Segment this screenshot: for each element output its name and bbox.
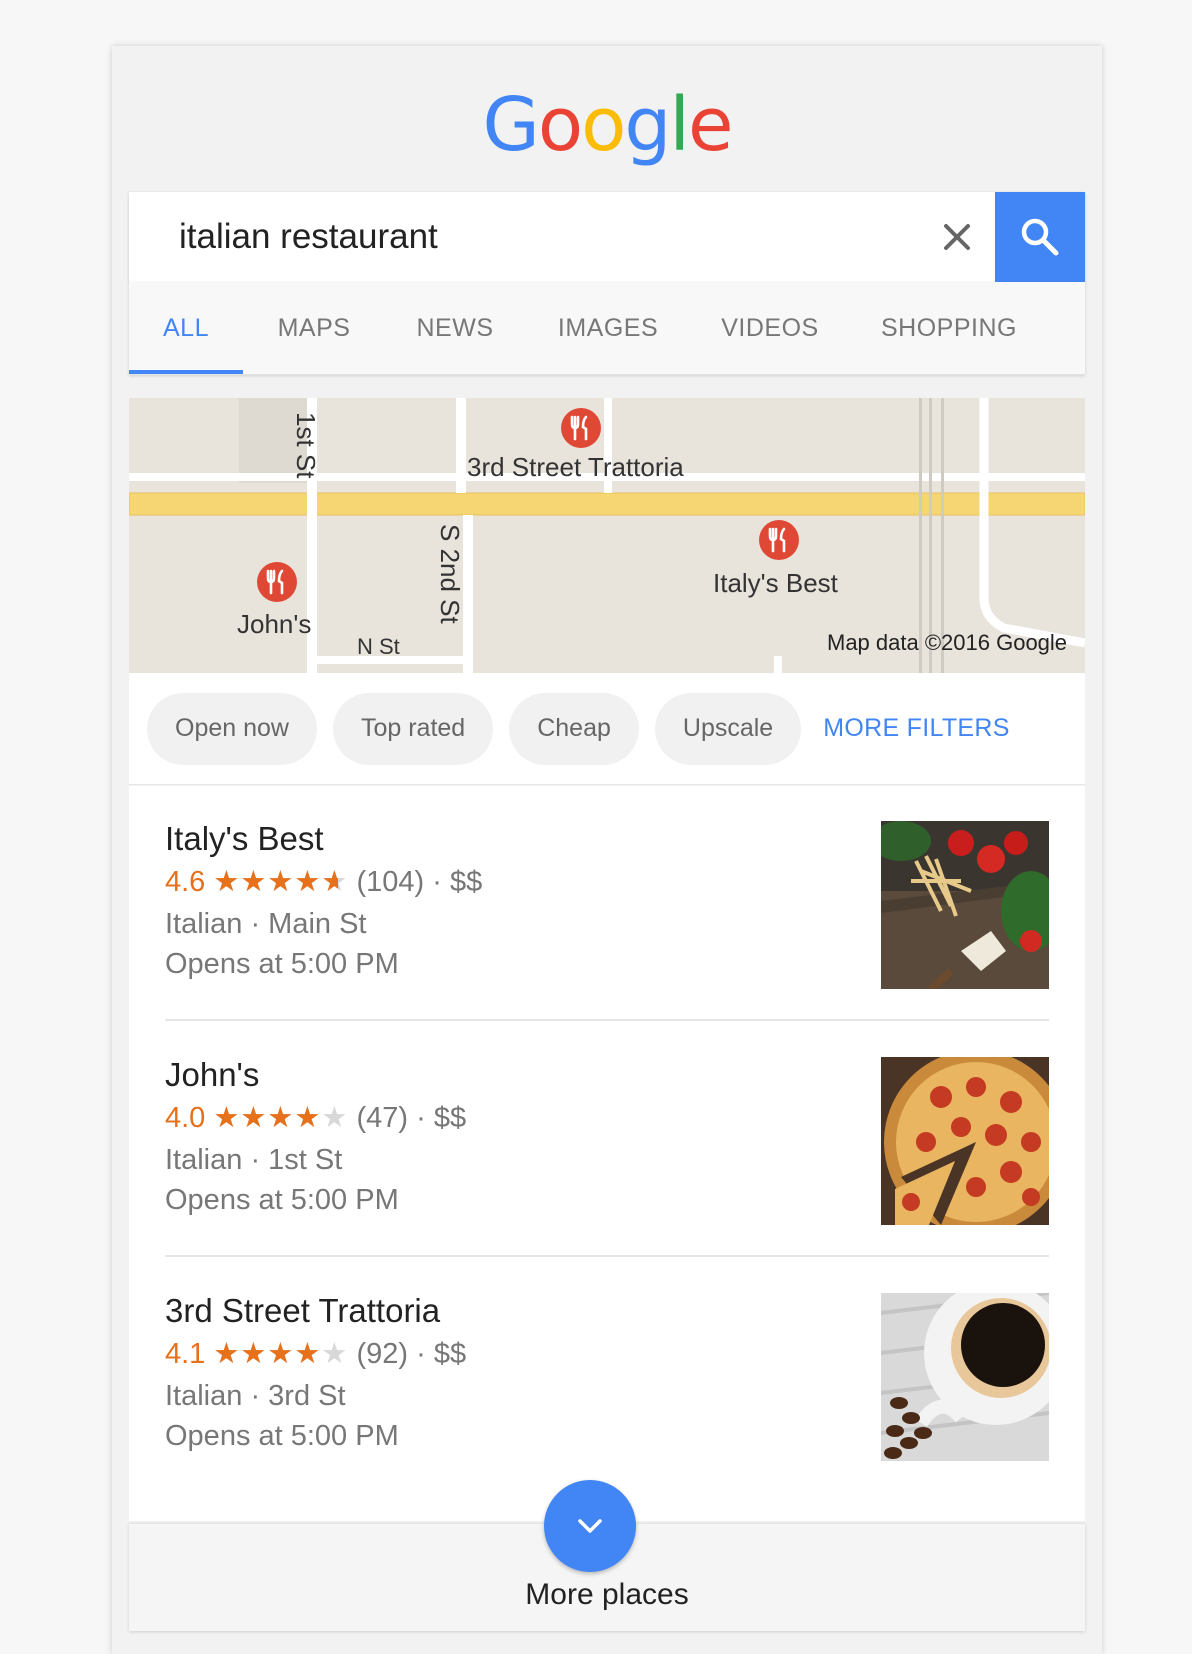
result-meta: Italian · 1st St <box>165 1144 343 1176</box>
close-icon <box>944 224 970 250</box>
more-places-button[interactable] <box>544 1480 636 1572</box>
street-label-1st: 1st St <box>291 412 321 479</box>
search-button[interactable] <box>995 192 1085 282</box>
star-rating-icon: ★★★★★★★★★★ <box>213 1338 349 1370</box>
street-label-n: N St <box>357 634 400 659</box>
list-item[interactable]: John's 4.0 ★★★★★★★★★★ (47) · $$ Italian … <box>129 1022 1085 1259</box>
tab-videos[interactable]: VIDEOS <box>691 282 849 374</box>
result-street: 1st St <box>268 1144 343 1176</box>
rating-score: 4.6 <box>165 866 206 898</box>
pizza-photo[interactable] <box>881 1057 1049 1225</box>
search-results-page: Google ALL MAPS NEWS IMAGES VIDEOS SHOPP… <box>112 46 1102 1654</box>
price-level: $$ <box>433 1338 467 1370</box>
tab-images[interactable]: IMAGES <box>525 282 691 374</box>
logo-letter: G <box>482 82 540 168</box>
result-rating: 4.0 ★★★★★★★★★★ (47) · $$ <box>165 1102 467 1134</box>
price-level: $$ <box>449 866 483 898</box>
search-bar <box>129 192 1085 282</box>
search-input[interactable] <box>159 192 959 282</box>
result-divider <box>165 1255 1049 1257</box>
restaurant-pin-icon[interactable] <box>757 518 801 562</box>
street-label-2nd: S 2nd St <box>435 524 465 624</box>
more-places-label[interactable]: More places <box>129 1578 1085 1612</box>
restaurant-pin-icon[interactable] <box>255 560 299 604</box>
result-name: Italy's Best <box>165 820 324 857</box>
results-map[interactable]: 1st St S 2nd St N St 3rd Street Trattori… <box>129 398 1085 673</box>
result-category: Italian <box>165 908 243 940</box>
chevron-down-icon <box>578 1519 602 1533</box>
tab-news[interactable]: NEWS <box>385 282 525 374</box>
map-credit: Map data ©2016 Google <box>827 630 1068 655</box>
filter-chip-upscale[interactable]: Upscale <box>654 692 802 765</box>
price-level: $$ <box>433 1102 467 1134</box>
list-item[interactable]: Italy's Best 4.6 ★★★★★ ★★★★★ (104) · $$ I… <box>129 786 1085 1023</box>
logo-letter: g <box>624 82 671 168</box>
rating-score: 4.0 <box>165 1102 206 1134</box>
map-place-italys-best: Italy's Best <box>713 568 838 598</box>
logo-letter: o <box>537 82 583 168</box>
result-meta: Italian · Main St <box>165 908 367 940</box>
result-category: Italian <box>165 1144 243 1176</box>
logo-letter: o <box>581 82 626 168</box>
restaurant-pin-icon[interactable] <box>559 406 603 450</box>
map-place-trattoria: 3rd Street Trattoria <box>467 452 684 482</box>
filter-chip-cheap[interactable]: Cheap <box>509 692 639 765</box>
result-meta: Italian · 3rd St <box>165 1380 346 1412</box>
logo-letter: e <box>687 82 734 168</box>
google-logo[interactable]: Google <box>112 82 1102 168</box>
star-rating-icon: ★★★★★★★★★★ <box>213 1102 349 1134</box>
result-street: 3rd St <box>268 1380 346 1412</box>
result-street: Main St <box>268 908 367 940</box>
tab-all[interactable]: ALL <box>129 282 243 374</box>
tab-shopping[interactable]: SHOPPING <box>849 282 1049 374</box>
list-item[interactable]: 3rd Street Trattoria 4.1 ★★★★★★★★★★ (92)… <box>129 1258 1085 1495</box>
more-filters-link[interactable]: MORE FILTERS <box>823 714 1010 743</box>
star-rating-icon: ★★★★★★★★★★ <box>213 866 349 898</box>
filter-chip-top-rated[interactable]: Top rated <box>332 692 494 765</box>
review-count: (104) <box>356 866 425 898</box>
logo-letter: l <box>669 82 690 168</box>
filter-chips: Open now Top rated Cheap Upscale MORE FI… <box>129 673 1085 785</box>
review-count: (92) <box>356 1338 409 1370</box>
result-rating: 4.1 ★★★★★★★★★★ (92) · $$ <box>165 1338 467 1370</box>
pasta-photo[interactable] <box>881 821 1049 989</box>
result-category: Italian <box>165 1380 243 1412</box>
result-divider <box>165 1019 1049 1021</box>
coffee-photo[interactable] <box>881 1293 1049 1461</box>
rating-score: 4.1 <box>165 1338 206 1370</box>
result-name: 3rd Street Trattoria <box>165 1292 441 1329</box>
result-name: John's <box>165 1056 260 1093</box>
local-results: Italy's Best 4.6 ★★★★★ ★★★★★ (104) · $$ I… <box>129 786 1085 1521</box>
search-icon <box>1021 218 1059 256</box>
tab-maps[interactable]: MAPS <box>243 282 385 374</box>
clear-search-button[interactable] <box>932 212 982 262</box>
result-hours: Opens at 5:00 PM <box>165 948 399 980</box>
map-place-johns: John's <box>237 609 312 639</box>
review-count: (47) <box>356 1102 409 1134</box>
result-hours: Opens at 5:00 PM <box>165 1184 399 1216</box>
filter-chip-open-now[interactable]: Open now <box>147 692 317 765</box>
result-hours: Opens at 5:00 PM <box>165 1420 399 1452</box>
result-rating: 4.6 ★★★★★ ★★★★★ (104) · $$ <box>165 866 483 898</box>
search-tabs: ALL MAPS NEWS IMAGES VIDEOS SHOPPING <box>129 282 1085 375</box>
